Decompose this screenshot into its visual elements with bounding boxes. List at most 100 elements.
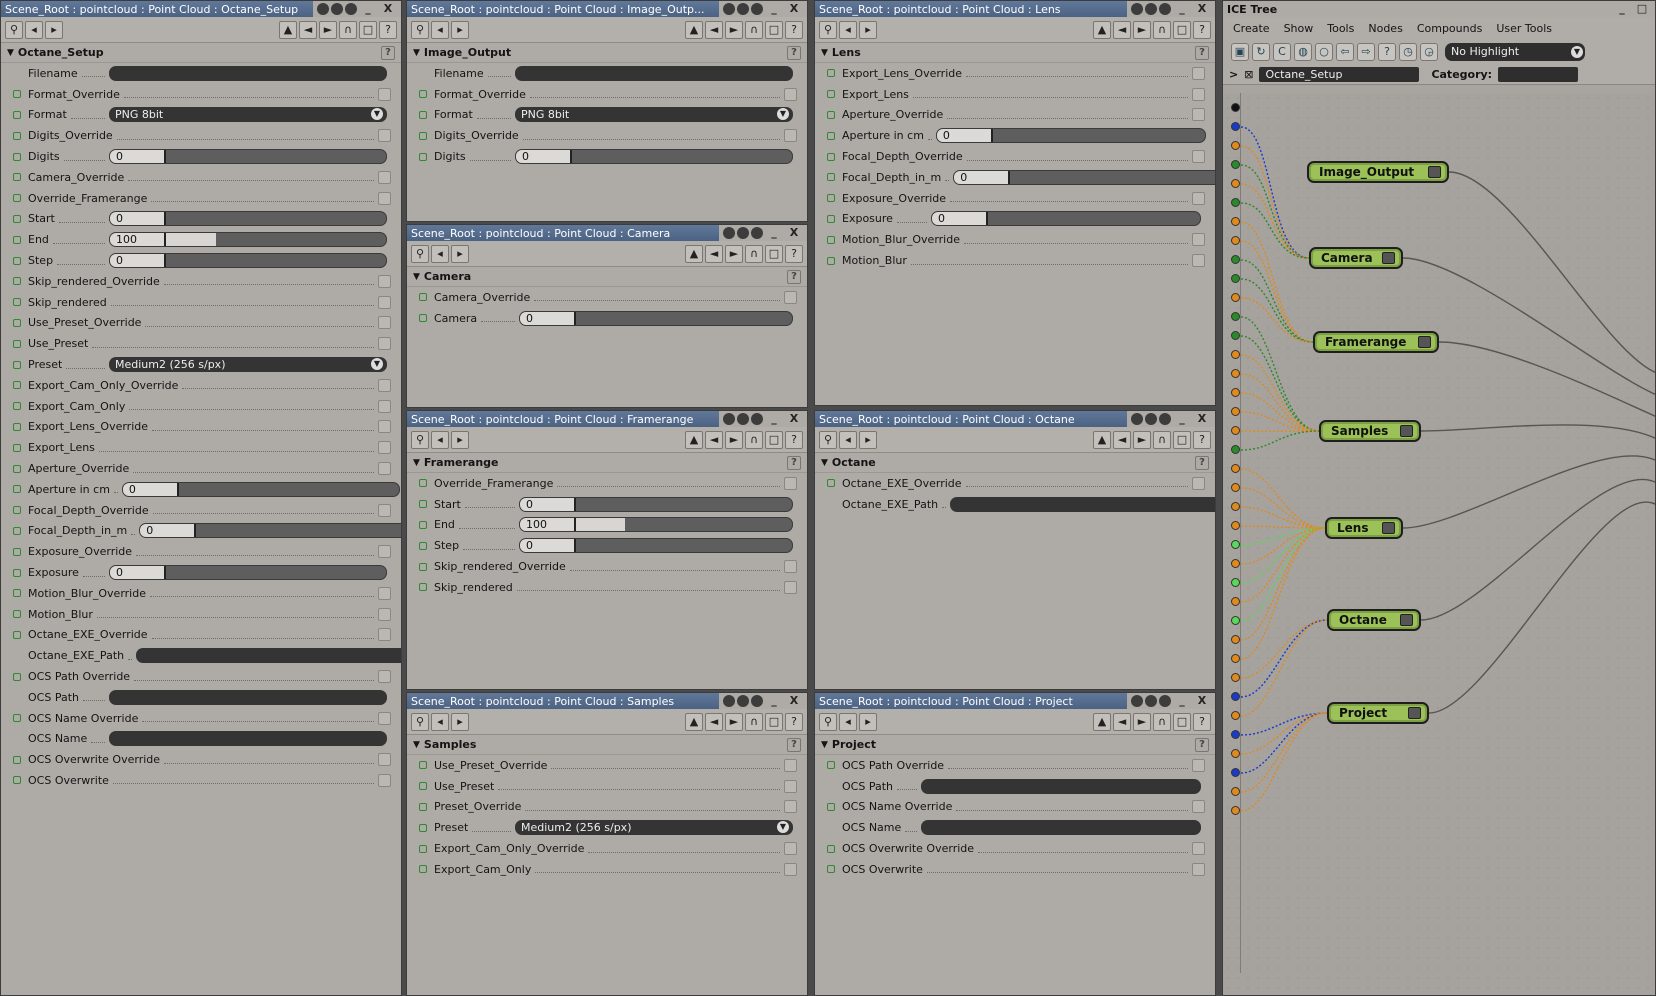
- search-icon[interactable]: ⚲: [819, 712, 837, 731]
- refresh-icon[interactable]: [737, 413, 749, 425]
- animation-dot-icon[interactable]: [419, 562, 427, 571]
- lock-icon[interactable]: [723, 227, 735, 239]
- slider-value[interactable]: 0: [954, 170, 1011, 184]
- help-icon[interactable]: ?: [381, 45, 395, 60]
- magnet-icon[interactable]: ∩: [745, 244, 763, 263]
- input-port[interactable]: [1231, 312, 1240, 321]
- pin-icon[interactable]: ◄: [299, 20, 317, 39]
- value-slider[interactable]: 100: [109, 232, 387, 248]
- slider-value[interactable]: 0: [520, 497, 576, 511]
- next-icon[interactable]: ▸: [451, 244, 469, 263]
- param-checkbox[interactable]: [378, 607, 391, 621]
- text-field[interactable]: [109, 731, 387, 747]
- section-header[interactable]: ▼ Image_Output?: [407, 43, 807, 63]
- param-checkbox[interactable]: [1192, 254, 1205, 268]
- param-checkbox[interactable]: [1192, 233, 1205, 247]
- title-bar[interactable]: Scene_Root : pointcloud : Point Cloud : …: [815, 693, 1215, 709]
- info-icon[interactable]: [1159, 413, 1171, 425]
- animation-dot-icon[interactable]: [13, 360, 21, 369]
- slider-value[interactable]: 0: [110, 212, 166, 226]
- slider-value[interactable]: 100: [110, 233, 166, 247]
- minimize-button[interactable]: _: [765, 695, 783, 707]
- ice-node-samples[interactable]: Samples: [1319, 420, 1421, 442]
- minimize-button[interactable]: _: [1613, 3, 1631, 15]
- title-bar[interactable]: Scene_Root : pointcloud : Point Cloud : …: [1, 1, 401, 17]
- title-bar[interactable]: ICE Tree _ □: [1223, 1, 1655, 17]
- input-port[interactable]: [1231, 483, 1240, 492]
- forward-icon[interactable]: ►: [1133, 712, 1151, 731]
- input-port[interactable]: [1231, 540, 1240, 549]
- animation-dot-icon[interactable]: [419, 520, 427, 529]
- forward-icon[interactable]: ►: [1133, 20, 1151, 39]
- input-port[interactable]: [1231, 635, 1240, 644]
- update-icon[interactable]: C: [1273, 43, 1291, 61]
- search-icon[interactable]: ⚲: [411, 712, 429, 731]
- info-icon[interactable]: [751, 695, 763, 707]
- animation-dot-icon[interactable]: [13, 422, 21, 431]
- animation-dot-icon[interactable]: [13, 630, 21, 639]
- input-port[interactable]: [1231, 654, 1240, 663]
- animation-dot-icon[interactable]: [419, 314, 427, 323]
- animation-dot-icon[interactable]: [827, 69, 835, 78]
- prev-icon[interactable]: ◂: [839, 712, 857, 731]
- search-icon[interactable]: ⚲: [411, 430, 429, 449]
- section-header[interactable]: ▼ Lens?: [815, 43, 1215, 63]
- animation-dot-icon[interactable]: [419, 844, 427, 853]
- input-port[interactable]: [1231, 255, 1240, 264]
- help-icon[interactable]: ?: [1193, 430, 1211, 449]
- highlight-dropdown[interactable]: No Highlight ▼: [1445, 43, 1585, 61]
- input-port[interactable]: [1231, 692, 1240, 701]
- collapse-arrow-icon[interactable]: ▼: [413, 740, 420, 750]
- input-port[interactable]: [1231, 445, 1240, 454]
- animation-dot-icon[interactable]: [419, 782, 427, 791]
- pin-icon[interactable]: ◄: [1113, 712, 1131, 731]
- close-button[interactable]: X: [785, 227, 803, 239]
- slider-value[interactable]: 0: [110, 566, 166, 580]
- help-icon[interactable]: ?: [379, 20, 397, 39]
- section-header[interactable]: ▼ Samples?: [407, 735, 807, 755]
- input-port[interactable]: [1231, 274, 1240, 283]
- input-port[interactable]: [1231, 293, 1240, 302]
- refresh-icon[interactable]: ↻: [1252, 43, 1270, 61]
- magnet-icon[interactable]: ∩: [745, 712, 763, 731]
- input-port[interactable]: [1231, 806, 1240, 815]
- section-header[interactable]: ▼ Project?: [815, 735, 1215, 755]
- input-port[interactable]: [1231, 198, 1240, 207]
- input-port[interactable]: [1231, 711, 1240, 720]
- node-options-icon[interactable]: [1400, 614, 1413, 626]
- dropdown[interactable]: PNG 8bit ▼: [109, 107, 387, 123]
- param-checkbox[interactable]: [784, 758, 797, 772]
- info-icon[interactable]: [1159, 3, 1171, 15]
- input-port[interactable]: [1231, 559, 1240, 568]
- collapse-arrow-icon[interactable]: ▼: [821, 740, 828, 750]
- param-checkbox[interactable]: [378, 773, 391, 787]
- animation-dot-icon[interactable]: [419, 823, 427, 832]
- animation-dot-icon[interactable]: [827, 152, 835, 161]
- close-button[interactable]: X: [785, 413, 803, 425]
- globe-icon[interactable]: ◍: [1294, 43, 1312, 61]
- help-icon[interactable]: ?: [787, 737, 801, 752]
- input-port[interactable]: [1231, 388, 1240, 397]
- animation-dot-icon[interactable]: [827, 479, 835, 488]
- param-checkbox[interactable]: [1192, 87, 1205, 101]
- text-field[interactable]: [515, 65, 793, 81]
- value-slider[interactable]: 0: [139, 523, 401, 539]
- section-header[interactable]: ▼ Framerange?: [407, 453, 807, 473]
- param-checkbox[interactable]: [378, 753, 391, 767]
- forward-icon[interactable]: ►: [725, 712, 743, 731]
- animation-dot-icon[interactable]: [13, 443, 21, 452]
- animation-dot-icon[interactable]: [13, 755, 21, 764]
- pin-icon[interactable]: ◄: [1113, 20, 1131, 39]
- title-bar[interactable]: Scene_Root : pointcloud : Point Cloud : …: [815, 411, 1215, 427]
- timer-icon[interactable]: ◷: [1399, 43, 1417, 61]
- ice-node-project[interactable]: Project: [1327, 702, 1429, 724]
- next-icon[interactable]: ▸: [859, 430, 877, 449]
- back-arrow-icon[interactable]: ⇦: [1336, 43, 1354, 61]
- slider-value[interactable]: 0: [932, 212, 988, 226]
- prev-icon[interactable]: ◂: [431, 244, 449, 263]
- text-field[interactable]: [921, 778, 1201, 794]
- animation-dot-icon[interactable]: [827, 256, 835, 265]
- help-icon[interactable]: ?: [1378, 43, 1396, 61]
- input-port[interactable]: [1231, 787, 1240, 796]
- animation-dot-icon[interactable]: [13, 485, 21, 494]
